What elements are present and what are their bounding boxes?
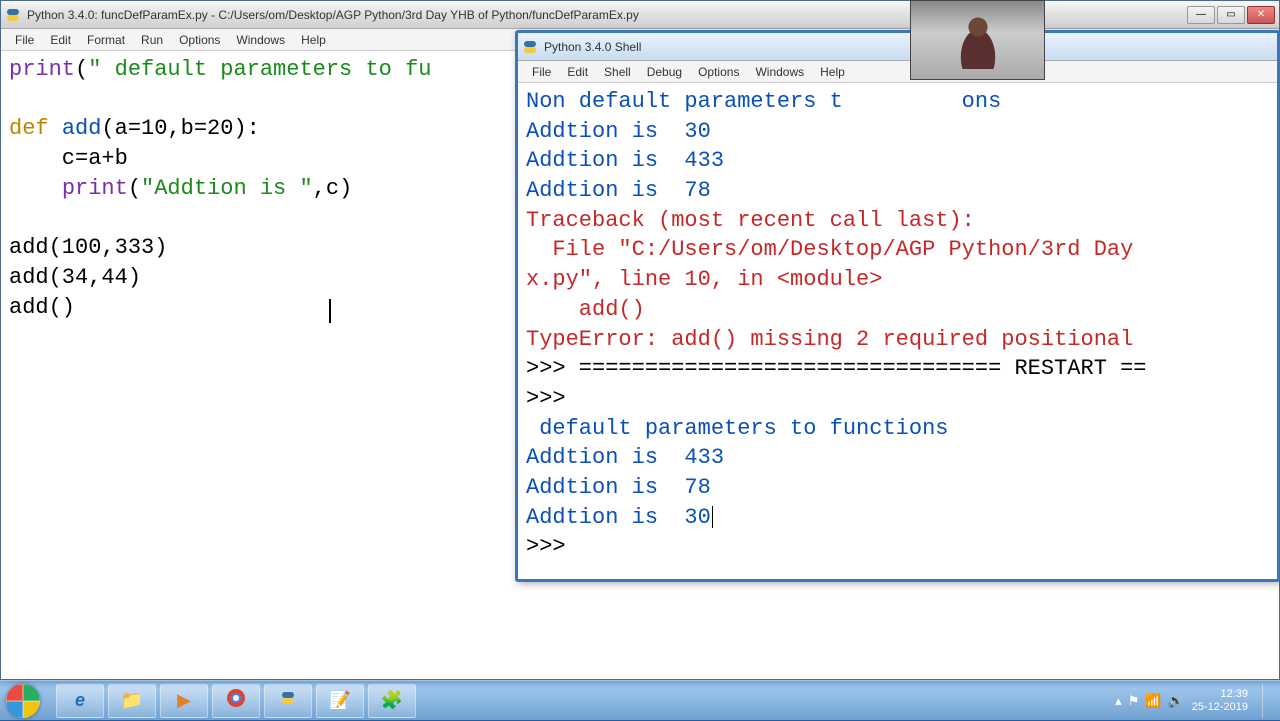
taskbar-chrome[interactable]	[212, 684, 260, 718]
webcam-overlay	[910, 0, 1045, 80]
menu-file[interactable]: File	[524, 63, 559, 81]
code-token: print	[62, 176, 128, 201]
code-token: def	[9, 116, 62, 141]
network-icon[interactable]: 📶	[1145, 693, 1161, 709]
taskbar-media[interactable]: ▶	[160, 684, 208, 718]
python-icon	[522, 39, 538, 55]
code-line: add(34,44)	[9, 265, 141, 290]
shell-line: TypeError: add() missing 2 required posi…	[526, 327, 1133, 352]
tray-up-icon[interactable]: ▴	[1115, 693, 1122, 709]
shell-line: Addtion is 78	[526, 475, 711, 500]
shell-line: File "C:/Users/om/Desktop/AGP Python/3rd…	[526, 237, 1133, 262]
code-token: add	[62, 116, 102, 141]
python-icon	[280, 690, 296, 711]
code-line: add()	[9, 295, 75, 320]
shell-title: Python 3.4.0 Shell	[544, 40, 1273, 54]
folder-icon: 📁	[121, 690, 143, 711]
windows-logo-icon	[6, 684, 40, 718]
code-token	[9, 176, 62, 201]
taskbar: e 📁 ▶ 📝 🧩 ▴ ⚑ 📶 🔊 12:39 25-12-2019	[0, 680, 1280, 720]
shell-line: Addtion is 30	[526, 119, 711, 144]
shell-titlebar[interactable]: Python 3.4.0 Shell	[518, 33, 1277, 61]
menu-file[interactable]: File	[7, 31, 42, 49]
system-tray: ▴ ⚑ 📶 🔊 12:39 25-12-2019	[1107, 681, 1280, 721]
shell-line: Addtion is 78	[526, 178, 711, 203]
menu-help[interactable]: Help	[293, 31, 334, 49]
code-token: (	[128, 176, 141, 201]
chrome-icon	[226, 688, 246, 713]
shell-window: Python 3.4.0 Shell File Edit Shell Debug…	[515, 30, 1280, 582]
code-token: (	[75, 57, 88, 82]
editor-window-buttons: — ▭ ✕	[1187, 6, 1275, 24]
shell-line: add()	[526, 297, 645, 322]
taskbar-app[interactable]: 🧩	[368, 684, 416, 718]
start-button[interactable]	[0, 681, 46, 721]
taskbar-notes[interactable]: 📝	[316, 684, 364, 718]
menu-edit[interactable]: Edit	[559, 63, 596, 81]
code-token: ,b=	[167, 116, 207, 141]
taskbar-idle-editor[interactable]	[264, 684, 312, 718]
menu-options[interactable]: Options	[171, 31, 228, 49]
tray-icons: ▴ ⚑ 📶 🔊	[1115, 693, 1184, 709]
media-icon: ▶	[177, 690, 191, 711]
notes-icon: 📝	[329, 690, 351, 711]
shell-cursor	[712, 506, 714, 528]
menu-edit[interactable]: Edit	[42, 31, 79, 49]
menu-run[interactable]: Run	[133, 31, 171, 49]
menu-help[interactable]: Help	[812, 63, 853, 81]
shell-menubar: File Edit Shell Debug Options Windows He…	[518, 61, 1277, 83]
code-token: ):	[233, 116, 259, 141]
code-token: ,c)	[313, 176, 353, 201]
shell-line: Non default parameters t ons	[526, 89, 1001, 114]
shell-line: Addtion is 433	[526, 148, 724, 173]
ie-icon: e	[75, 690, 85, 711]
webcam-person	[948, 9, 1008, 69]
taskbar-explorer[interactable]: 📁	[108, 684, 156, 718]
code-line: c=a+b	[9, 146, 128, 171]
code-token: print	[9, 57, 75, 82]
shell-line: x.py", line 10, in <module>	[526, 267, 882, 292]
clock-date: 25-12-2019	[1192, 701, 1248, 714]
minimize-button[interactable]: —	[1187, 6, 1215, 24]
code-line: add(100,333)	[9, 235, 167, 260]
app-icon: 🧩	[381, 690, 403, 711]
shell-prompt: >>>	[526, 386, 579, 411]
code-token: "Addtion is "	[141, 176, 313, 201]
menu-windows[interactable]: Windows	[747, 63, 812, 81]
volume-icon[interactable]: 🔊	[1168, 693, 1184, 709]
menu-shell[interactable]: Shell	[596, 63, 639, 81]
close-button[interactable]: ✕	[1247, 6, 1275, 24]
shell-line: >>> ================================ RES…	[526, 356, 1147, 381]
shell-line: Addtion is 433	[526, 445, 724, 470]
shell-line: default parameters to functions	[526, 416, 948, 441]
shell-line: Addtion is 30	[526, 505, 711, 530]
shell-prompt: >>>	[526, 534, 579, 559]
menu-options[interactable]: Options	[690, 63, 747, 81]
menu-format[interactable]: Format	[79, 31, 133, 49]
maximize-button[interactable]: ▭	[1217, 6, 1245, 24]
editor-titlebar[interactable]: Python 3.4.0: funcDefParamEx.py - C:/Use…	[1, 1, 1279, 29]
shell-line: Traceback (most recent call last):	[526, 208, 975, 233]
text-cursor	[329, 299, 331, 323]
menu-debug[interactable]: Debug	[639, 63, 690, 81]
taskbar-ie[interactable]: e	[56, 684, 104, 718]
python-icon	[5, 7, 21, 23]
code-token: (a=	[101, 116, 141, 141]
shell-area[interactable]: Non default parameters t ons Addtion is …	[518, 83, 1277, 579]
taskbar-items: e 📁 ▶ 📝 🧩	[56, 684, 416, 718]
taskbar-clock[interactable]: 12:39 25-12-2019	[1192, 688, 1248, 713]
flag-icon[interactable]: ⚑	[1128, 693, 1140, 709]
code-token: 20	[207, 116, 233, 141]
menu-windows[interactable]: Windows	[228, 31, 293, 49]
show-desktop-button[interactable]	[1262, 684, 1272, 718]
code-token: 10	[141, 116, 167, 141]
clock-time: 12:39	[1192, 688, 1248, 701]
code-token: " default parameters to fu	[88, 57, 431, 82]
